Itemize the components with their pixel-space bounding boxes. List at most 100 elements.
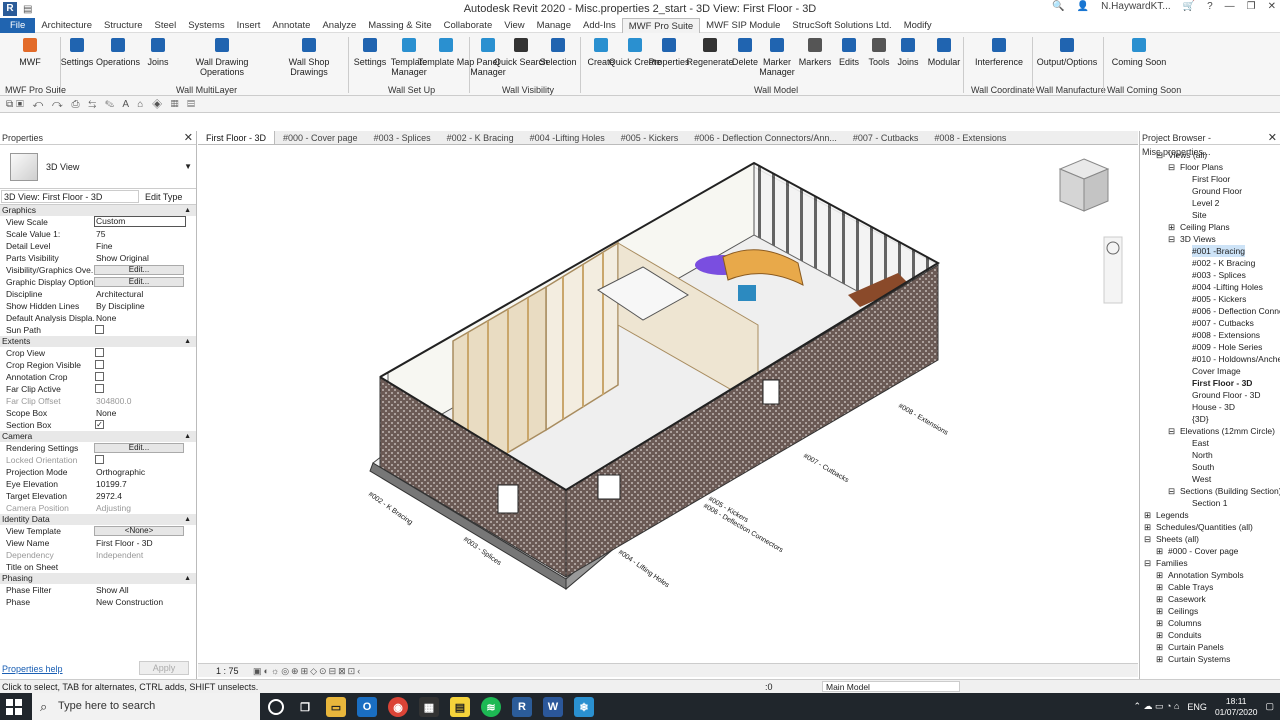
edit-type-button[interactable]: Edit Type — [145, 192, 182, 202]
expand-icon[interactable]: ⊞ — [1156, 593, 1163, 605]
3d-viewport[interactable]: #002 - K Bracing #003 - Splices #004 - L… — [198, 145, 1138, 663]
ribbon-panel-label[interactable]: Wall Model — [754, 85, 798, 95]
browser-item[interactable]: #000 - Cover page — [1168, 545, 1238, 557]
browser-item[interactable]: Ground Floor - 3D — [1192, 389, 1261, 401]
collapse-icon[interactable]: ▲ — [184, 205, 191, 216]
collapse-icon[interactable]: ⊟ — [1144, 557, 1151, 569]
collapse-icon[interactable]: ⊟ — [1168, 161, 1175, 173]
expand-icon[interactable]: ⊞ — [1144, 521, 1151, 533]
menu-tab-analyze[interactable]: Analyze — [316, 18, 362, 33]
cart-icon[interactable]: 🛒 — [1183, 1, 1195, 12]
browser-item[interactable]: {3D} — [1192, 413, 1209, 425]
view-tab[interactable]: #003 - Splices — [366, 131, 439, 144]
browser-item[interactable]: Site — [1192, 209, 1207, 221]
browser-item[interactable]: Section 1 — [1192, 497, 1227, 509]
menu-tab-mwf-sip-module[interactable]: MWF SIP Module — [700, 18, 786, 33]
expand-icon[interactable]: ⊞ — [1156, 641, 1163, 653]
expand-icon[interactable]: ⊞ — [1168, 221, 1175, 233]
property-checkbox[interactable]: ✓ — [95, 420, 104, 429]
property-value[interactable]: Orthographic — [94, 466, 196, 478]
property-value[interactable]: Show Original — [94, 252, 196, 264]
browser-item[interactable]: #009 - Hole Series — [1192, 341, 1262, 353]
browser-item[interactable]: Ceiling Plans — [1180, 221, 1230, 233]
view-tab[interactable]: #007 - Cutbacks — [845, 131, 927, 144]
browser-item[interactable]: Sheets (all) — [1156, 533, 1199, 545]
ribbon-panel-label[interactable]: MWF Pro Suite — [5, 85, 66, 95]
browser-item[interactable]: #010 - Holdowns/Anche — [1192, 353, 1280, 365]
property-checkbox[interactable] — [95, 384, 104, 393]
view-cube[interactable] — [1058, 158, 1110, 212]
browser-item[interactable]: Curtain Panels — [1168, 641, 1224, 653]
settings-app-icon[interactable]: ❄ — [574, 697, 594, 717]
property-value[interactable] — [94, 561, 196, 573]
property-value[interactable]: Fine — [94, 240, 196, 252]
property-checkbox[interactable] — [95, 325, 104, 334]
collapse-icon[interactable]: ⊟ — [1156, 149, 1163, 161]
collapse-icon[interactable]: ▲ — [184, 514, 191, 525]
property-value[interactable]: Edit... — [94, 277, 184, 287]
property-value[interactable]: By Discipline — [94, 300, 196, 312]
menu-tab-steel[interactable]: Steel — [149, 18, 183, 33]
store-icon[interactable]: ▦ — [419, 697, 439, 717]
property-value[interactable]: Custom — [94, 216, 186, 227]
browser-item[interactable]: Legends — [1156, 509, 1189, 521]
model-selector[interactable]: Main Model — [822, 681, 960, 692]
ribbon-button-output-options[interactable]: Output/Options — [1037, 35, 1097, 67]
browser-item[interactable]: #008 - Extensions — [1192, 329, 1260, 341]
property-section-header[interactable]: Phasing ▲ — [0, 573, 196, 584]
help-icon[interactable]: ? — [1207, 1, 1213, 12]
user-name[interactable]: N.HaywardKT... — [1101, 1, 1170, 12]
property-value[interactable]: None — [94, 407, 196, 419]
property-value[interactable]: Edit... — [94, 265, 184, 275]
property-checkbox[interactable] — [95, 360, 104, 369]
view-tab[interactable]: #004 -Lifting Holes — [522, 131, 613, 144]
ribbon-panel-label[interactable]: Wall Coordinate — [971, 85, 1035, 95]
property-value[interactable]: 10199.7 — [94, 478, 196, 490]
expand-icon[interactable]: ⊞ — [1156, 545, 1163, 557]
property-section-header[interactable]: Camera ▲ — [0, 431, 196, 442]
menu-tab-modify[interactable]: Modify — [898, 18, 938, 33]
browser-item[interactable]: First Floor — [1192, 173, 1230, 185]
taskbar-search[interactable]: ⌕ Type here to search — [32, 693, 260, 720]
view-tab[interactable]: #000 - Cover page — [275, 131, 366, 144]
browser-item[interactable]: Casework — [1168, 593, 1206, 605]
browser-item[interactable]: 3D Views — [1180, 233, 1216, 245]
ribbon-panel-label[interactable]: Wall MultiLayer — [176, 85, 237, 95]
property-section-header[interactable]: Extents ▲ — [0, 336, 196, 347]
property-value[interactable]: <None> — [94, 526, 184, 536]
properties-help-link[interactable]: Properties help — [2, 664, 63, 674]
view-tab[interactable]: #008 - Extensions — [926, 131, 1014, 144]
instance-dropdown[interactable]: 3D View: First Floor - 3D — [1, 190, 139, 203]
menu-tab-add-ins[interactable]: Add-Ins — [577, 18, 622, 33]
revit-taskbar-icon[interactable]: R — [512, 697, 532, 717]
chrome-icon[interactable]: ◉ — [388, 697, 408, 717]
browser-item[interactable]: Curtain Systems — [1168, 653, 1230, 665]
ribbon-panel-label[interactable]: Wall Set Up — [388, 85, 435, 95]
spotify-icon[interactable]: ≋ — [481, 697, 501, 717]
browser-item[interactable]: #007 - Cutbacks — [1192, 317, 1254, 329]
cortana-icon[interactable] — [268, 699, 284, 715]
chevron-down-icon[interactable]: ▼ — [184, 162, 192, 171]
file-explorer-icon[interactable]: ▭ — [326, 697, 346, 717]
word-icon[interactable]: W — [543, 697, 563, 717]
windows-start-icon[interactable] — [6, 699, 22, 715]
browser-item[interactable]: Families — [1156, 557, 1188, 569]
quick-access-toolbar[interactable]: ⧉▣ ↶ ↷ ⎙ ⇆ ✎ A ⌂ ◈ ▦ ▤ — [0, 96, 1280, 113]
type-selector[interactable]: 3D View ▼ — [0, 145, 196, 189]
expand-icon[interactable]: ⊞ — [1156, 653, 1163, 665]
menu-tab-insert[interactable]: Insert — [231, 18, 267, 33]
browser-item[interactable]: Ground Floor — [1192, 185, 1242, 197]
browser-item[interactable]: Schedules/Quantities (all) — [1156, 521, 1253, 533]
search-icon[interactable]: 🔍 — [1052, 1, 1064, 12]
collapse-icon[interactable]: ⊟ — [1144, 533, 1151, 545]
browser-item[interactable]: North — [1192, 449, 1213, 461]
browser-item[interactable]: Conduits — [1168, 629, 1202, 641]
property-value[interactable]: Edit... — [94, 443, 184, 453]
expand-icon[interactable]: ⊞ — [1156, 629, 1163, 641]
property-checkbox[interactable] — [95, 372, 104, 381]
browser-item[interactable]: Ceilings — [1168, 605, 1198, 617]
browser-item[interactable]: #004 -Lifting Holes — [1192, 281, 1263, 293]
menu-tab-strucsoft-solutions-ltd-[interactable]: StrucSoft Solutions Ltd. — [786, 18, 897, 33]
property-checkbox[interactable] — [95, 348, 104, 357]
notification-icon[interactable]: ▢ — [1265, 701, 1274, 712]
